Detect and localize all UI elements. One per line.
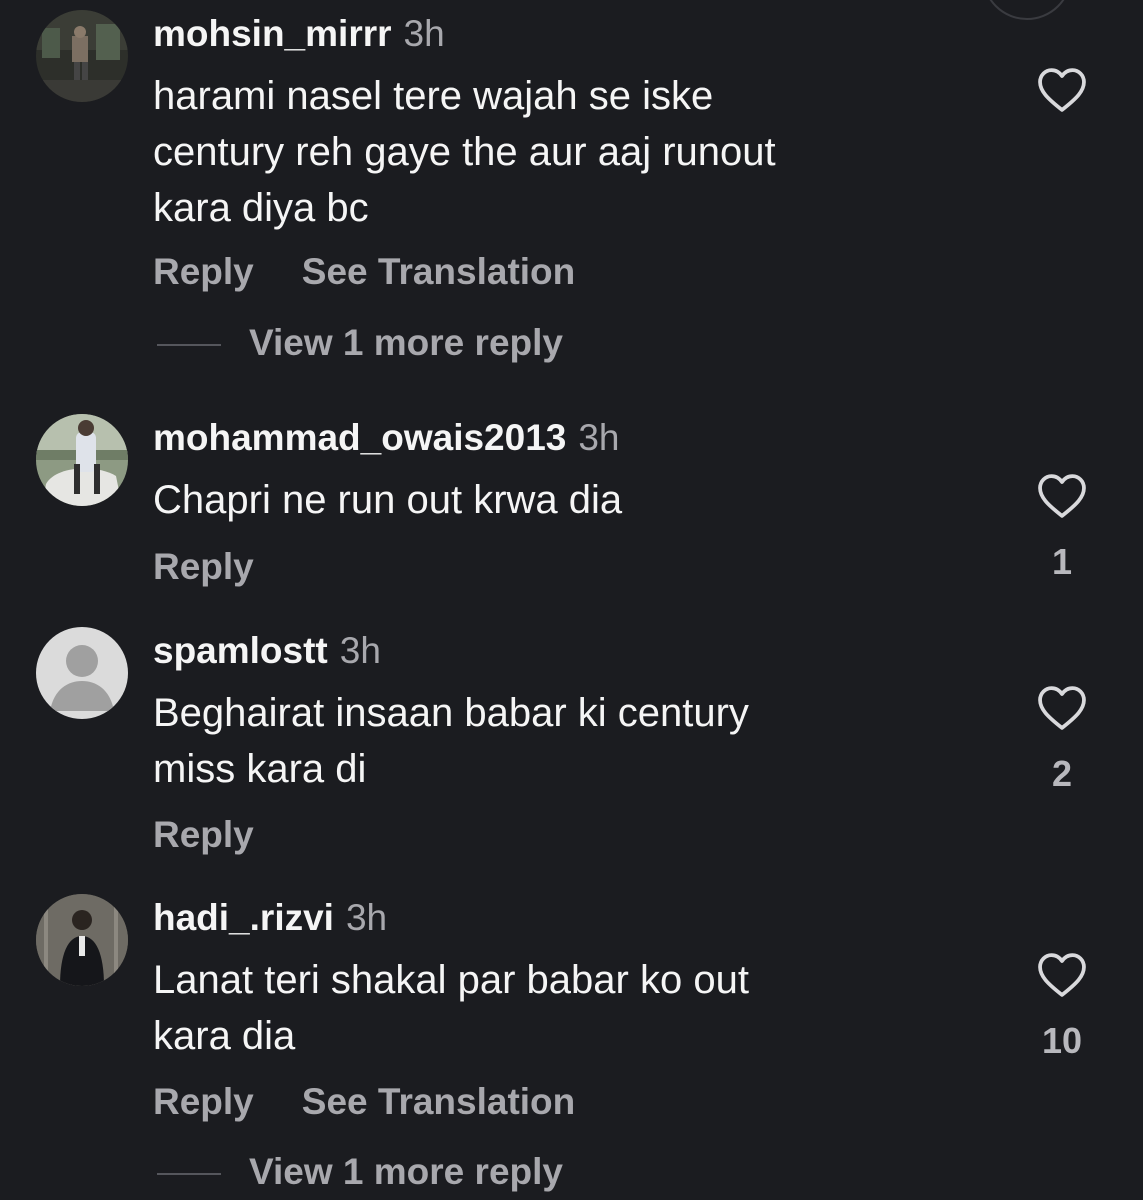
comment-actions: Reply See Translation <box>153 250 575 294</box>
comment-actions: Reply <box>153 545 254 589</box>
avatar[interactable] <box>36 627 128 719</box>
comment-time: 3h <box>578 417 620 458</box>
heart-outline-icon[interactable] <box>1036 67 1088 113</box>
avatar[interactable] <box>36 414 128 506</box>
comment-time: 3h <box>403 13 445 54</box>
comment-line: harami nasel tere wajah se iske <box>153 74 714 118</box>
like-count: 1 <box>1051 541 1073 582</box>
comment-line: Beghairat insaan babar ki century <box>153 691 749 735</box>
comment-text: Lanat teri shakal par babar ko out kara … <box>153 952 749 1064</box>
comment-line: miss kara di <box>153 747 367 791</box>
avatar[interactable] <box>36 10 128 102</box>
reply-button[interactable]: Reply <box>153 251 254 292</box>
view-more-label[interactable]: View 1 more reply <box>249 322 563 363</box>
comment-text: harami nasel tere wajah se iske century … <box>153 68 776 236</box>
comment-actions: Reply <box>153 813 254 857</box>
see-translation-button[interactable]: See Translation <box>302 1081 576 1122</box>
avatar-horse-photo <box>36 414 128 506</box>
comment-line: Chapri ne run out krwa dia <box>153 478 623 522</box>
reply-button[interactable]: Reply <box>153 546 254 587</box>
like-count: 10 <box>1041 1020 1083 1061</box>
comment-line: Lanat teri shakal par babar ko out <box>153 958 749 1002</box>
like-count: 2 <box>1051 753 1073 794</box>
divider-line <box>157 1173 221 1176</box>
avatar-suit-photo <box>36 894 128 986</box>
comment-time: 3h <box>345 897 388 938</box>
view-more-label[interactable]: View 1 more reply <box>249 1151 563 1192</box>
comment-line: century reh gaye the aur aaj runout <box>153 130 776 174</box>
comment-text: Chapri ne run out krwa dia <box>153 472 622 528</box>
person-placeholder-icon <box>36 627 128 719</box>
comment-username[interactable]: mohammad_owais2013 3h <box>153 416 620 460</box>
heart-outline-icon[interactable] <box>1036 952 1088 998</box>
comment-time: 3h <box>339 630 381 671</box>
comment-line: kara diya bc <box>153 186 369 230</box>
profile-circle-edge <box>982 0 1072 20</box>
avatar-gym-photo <box>36 10 128 102</box>
username-text[interactable]: spamlostt <box>153 630 328 671</box>
avatar[interactable] <box>36 894 128 986</box>
comment-text: Beghairat insaan babar ki century miss k… <box>153 685 749 797</box>
view-more-replies-button[interactable]: View 1 more reply <box>157 321 563 365</box>
comment-username[interactable]: hadi_.rizvi 3h <box>153 896 387 940</box>
view-more-replies-button[interactable]: View 1 more reply <box>157 1150 563 1194</box>
reply-button[interactable]: Reply <box>153 814 254 855</box>
comment-username[interactable]: spamlostt 3h <box>153 629 381 673</box>
comment-username[interactable]: mohsin_mirrr 3h <box>153 12 445 56</box>
username-text[interactable]: mohsin_mirrr <box>153 13 392 54</box>
comment-actions: Reply See Translation <box>153 1080 575 1124</box>
comment-line: kara dia <box>153 1014 296 1058</box>
heart-outline-icon[interactable] <box>1036 473 1088 519</box>
username-text[interactable]: hadi_.rizvi <box>153 897 334 938</box>
heart-outline-icon[interactable] <box>1036 685 1088 731</box>
reply-button[interactable]: Reply <box>153 1081 254 1122</box>
username-text[interactable]: mohammad_owais2013 <box>153 417 566 458</box>
see-translation-button[interactable]: See Translation <box>302 251 576 292</box>
divider-line <box>157 344 221 347</box>
